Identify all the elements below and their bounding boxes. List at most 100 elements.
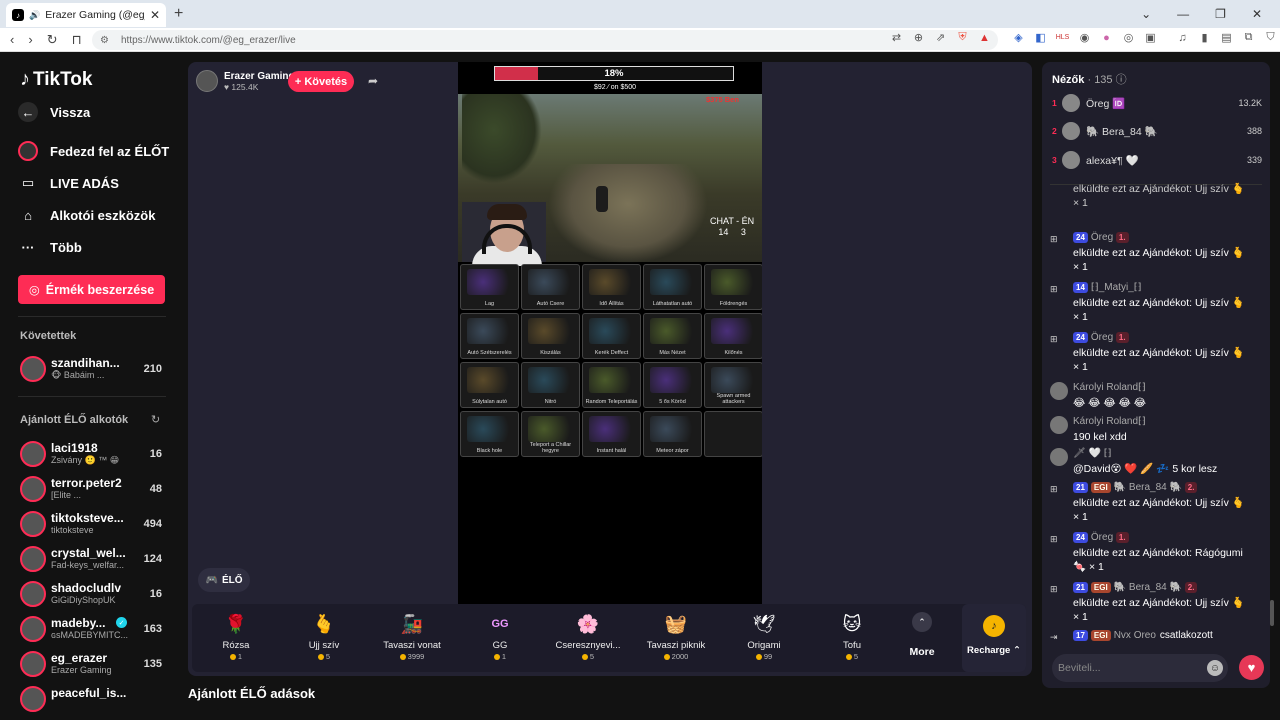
more-gifts-button[interactable]: ⌃ More [902,612,942,658]
refresh-icon[interactable]: ↻ [151,413,160,426]
username[interactable]: 🐘 Bera_84 🐘 [1114,482,1182,493]
sidebar-item-go-live[interactable]: ▭ LIVE ADÁS [18,173,119,193]
host-name[interactable]: Erazer Gaming [224,71,295,82]
username[interactable]: Károlyi Roland⁅⁆ [1073,382,1146,393]
top-viewer[interactable]: 2 🐘 Bera_84 🐘 388 [1052,122,1266,142]
sidebar-item-back[interactable]: ← Vissza [18,102,90,122]
music-icon[interactable]: ♫ [1176,31,1189,44]
alert-icon[interactable]: ▲ [978,31,991,44]
vpn-icon[interactable]: ⛉ [1264,31,1277,44]
forward-icon[interactable]: › [28,32,32,48]
viewer-count: 135 [143,658,162,670]
extension-icon[interactable]: ▣ [1144,31,1157,44]
gift-item[interactable]: 🚂 Tavaszi vonat 3999 [376,610,448,668]
viewer-score: 339 [1246,155,1262,165]
recommended-account[interactable]: peaceful_is... [20,686,170,716]
viewer-count: 124 [143,553,162,565]
follow-button[interactable]: + Követés [288,71,354,92]
gift-price-value: 5 [853,652,859,661]
extension-icon[interactable]: ◧ [1034,31,1047,44]
shield-icon[interactable]: ⛨ [956,31,969,44]
recharge-button[interactable]: ♪ Recharge ⌃ [962,604,1026,672]
username[interactable]: Öreg [1091,232,1113,243]
like-button[interactable]: ♥ [1239,655,1264,680]
recommended-account[interactable]: crystal_wel... Fad-keys_welfar... 124 [20,546,170,576]
tiktok-logo[interactable]: ♪ TikTok [20,68,92,91]
reload-icon[interactable]: ↻ [47,32,58,48]
streamer-hair [487,204,527,220]
video-player[interactable]: 18% $92 ⁄ on $500 $375 Ben CHAT - ÉN 14 … [458,62,762,604]
host-info[interactable]: Erazer Gaming ♥ 125.4K [196,70,295,92]
gift-item[interactable]: 🐱 Tofu 5 [816,610,888,668]
avatar[interactable] [1050,448,1068,466]
following-account[interactable]: szandihan... 🐵 Babáim ... 210 [20,356,170,386]
extension-icon[interactable]: ◉ [1078,31,1091,44]
account-sub: tiktoksteve [51,525,94,535]
new-tab-button[interactable]: + [174,5,183,23]
username[interactable]: Károlyi Roland⁅⁆ [1073,416,1146,427]
extension-icon[interactable]: ◈ [1012,31,1025,44]
share-icon[interactable]: ➦ [368,74,378,88]
top-viewer[interactable]: 3 alexa¥¶ 🤍 339 [1052,151,1266,171]
username[interactable]: Öreg [1091,332,1113,343]
username[interactable]: Öreg [1091,532,1113,543]
effect-icon [467,318,513,344]
sidebar-toggle-icon[interactable]: ▮ [1198,31,1211,44]
top-viewer[interactable]: 1 Öreg 🆔 13.2K [1052,94,1266,114]
gift-item[interactable]: 🕊 Origami 99 [728,610,800,668]
live-badge[interactable]: 🎮 ÉLŐ [198,568,250,592]
avatar [20,441,46,467]
recommended-account[interactable]: laci1918 Zsivány 🙂 ™ 😁 16 [20,441,170,471]
recommended-account[interactable]: terror.peter2 [Elite ... 48 [20,476,170,506]
username[interactable]: ⁅⁆_Matyi_⁅⁆ [1091,282,1142,293]
zoom-icon[interactable]: ⊕ [912,31,925,44]
gift-icon: 🚂 [400,613,424,634]
gift-item[interactable]: 🧺 Tavaszi piknik 2000 [640,610,712,668]
following-title: Követettek [20,330,77,342]
scrollbar[interactable] [1270,600,1274,626]
extension-icon[interactable]: ◎ [1122,31,1135,44]
avatar [1062,94,1080,112]
host-avatar[interactable] [196,70,218,92]
gift-item[interactable]: 🌹 Rózsa 1 [200,610,272,668]
gift-item[interactable]: GG GG 1 [464,610,536,668]
recommended-account[interactable]: shadocludlv GiGiDiyShopUK 16 [20,581,170,611]
sidebar-item-explore-live[interactable]: Fedezd fel az ÉLŐT [18,141,169,161]
recommended-account[interactable]: eg_erazer Erazer Gaming 135 [20,651,170,681]
extensions-icon[interactable]: ⧉ [1242,31,1255,44]
translate-icon[interactable]: ⇄ [890,31,903,44]
gift-icon: 🐱 [842,613,862,634]
username[interactable]: 🗡 🤍 ⁅⁆ [1073,448,1112,459]
hls-icon[interactable]: HLS [1056,31,1070,44]
minimize-icon[interactable]: — [1177,7,1189,21]
chat-input[interactable]: Beviteli... [1052,654,1228,682]
browser-tab[interactable]: ♪ 🔊 Erazer Gaming (@eg_erazer) i ✕ [6,3,166,27]
close-tab-icon[interactable]: ✕ [150,8,160,22]
back-icon[interactable]: ‹ [10,32,14,48]
window-controls: ⌄ — ❐ ✕ [1141,0,1280,28]
sidebar-item-more[interactable]: ··· Több [18,237,82,257]
close-window-icon[interactable]: ✕ [1252,7,1262,21]
url-field[interactable]: ⚙ https://www.tiktok.com/@eg_erazer/live [92,30,998,50]
bookmark-icon[interactable]: ⊓ [72,32,82,48]
message-body: elküldte ezt az Ajándékot: Ujj szív 🫰 [1073,247,1245,259]
restore-icon[interactable]: ❐ [1215,7,1226,21]
username[interactable]: Nvx Oreo [1114,630,1156,641]
sidebar-item-creator-tools[interactable]: ⌂ Alkotói eszközök [18,205,155,225]
avatar[interactable] [1050,416,1068,434]
gift-item[interactable]: 🌸 Cseresznyevi... 5 [552,610,624,668]
avatar[interactable] [1050,382,1068,400]
recommended-account[interactable]: tiktoksteve... tiktoksteve 494 [20,511,170,541]
extension-icon[interactable]: ● [1100,31,1113,44]
emoji-icon[interactable]: ☺ [1207,660,1223,676]
share-page-icon[interactable]: ⇗ [934,31,947,44]
wallet-icon[interactable]: ▤ [1220,31,1233,44]
message-header: 21 EGI 🐘 Bera_84 🐘 2. [1073,482,1200,493]
buy-coins-button[interactable]: ◎ Érmék beszerzése [18,275,165,304]
recommended-account[interactable]: madeby... ✓ ɢsMADEBYMITC... 163 [20,616,170,646]
info-icon[interactable]: ⓘ [1116,74,1127,86]
gift-item[interactable]: 🫰 Ujj szív 5 [288,610,360,668]
tab-search-icon[interactable]: ⌄ [1141,7,1151,21]
username[interactable]: 🐘 Bera_84 🐘 [1114,582,1182,593]
site-settings-icon[interactable]: ⚙ [100,35,109,46]
